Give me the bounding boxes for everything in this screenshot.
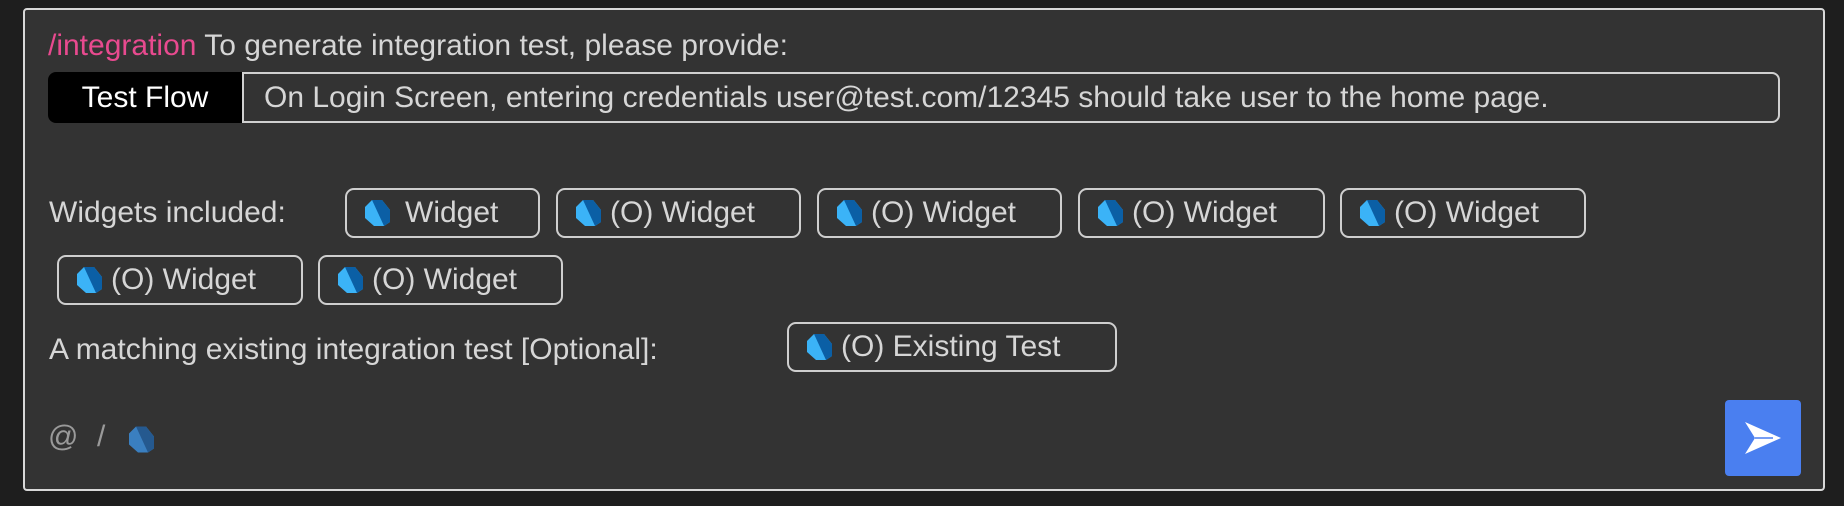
existing-test-chip[interactable]: (O) Existing Test — [787, 322, 1117, 372]
widget-chip-label: (O) Widget — [372, 263, 518, 296]
widget-chip[interactable]: (O) Widget — [318, 255, 563, 305]
widget-chip-label: (O) Widget — [871, 196, 1017, 229]
widget-chip[interactable]: (O) Widget — [817, 188, 1062, 238]
existing-test-chip-label: (O) Existing Test — [841, 330, 1061, 363]
dart-icon — [338, 267, 363, 293]
widget-chip[interactable]: (O) Widget — [1340, 188, 1586, 238]
dart-icon — [837, 200, 862, 226]
test-flow-label: Test Flow — [48, 72, 242, 123]
slash-command: /integration — [48, 29, 197, 62]
send-button[interactable] — [1725, 400, 1801, 476]
widgets-label: Widgets included: — [49, 196, 286, 229]
mention-button[interactable]: @ — [48, 420, 78, 454]
widget-chip-label: (O) Widget — [1132, 196, 1278, 229]
prompt-line: /integration To generate integration tes… — [48, 28, 788, 64]
widget-chip-label: Widget — [405, 196, 499, 229]
widget-chip[interactable]: Widget — [345, 188, 540, 238]
dart-icon — [1360, 200, 1385, 226]
test-flow-input[interactable]: On Login Screen, entering credentials us… — [242, 72, 1780, 123]
dart-icon — [576, 200, 601, 226]
widget-chip[interactable]: (O) Widget — [556, 188, 801, 238]
existing-test-label: A matching existing integration test [Op… — [49, 333, 658, 366]
widget-chip[interactable]: (O) Widget — [1078, 188, 1325, 238]
dart-icon — [77, 267, 102, 293]
send-icon — [1745, 422, 1781, 454]
dart-context-icon[interactable] — [127, 424, 155, 455]
dart-icon — [807, 334, 832, 360]
widget-chip-label: (O) Widget — [111, 263, 257, 296]
dart-icon — [365, 200, 390, 226]
command-button[interactable]: / — [97, 420, 105, 454]
dart-icon — [1098, 200, 1123, 226]
widget-chip[interactable]: (O) Widget — [57, 255, 303, 305]
widget-chip-label: (O) Widget — [1394, 196, 1540, 229]
widget-chip-label: (O) Widget — [610, 196, 756, 229]
prompt-instruction: To generate integration test, please pro… — [204, 29, 788, 62]
